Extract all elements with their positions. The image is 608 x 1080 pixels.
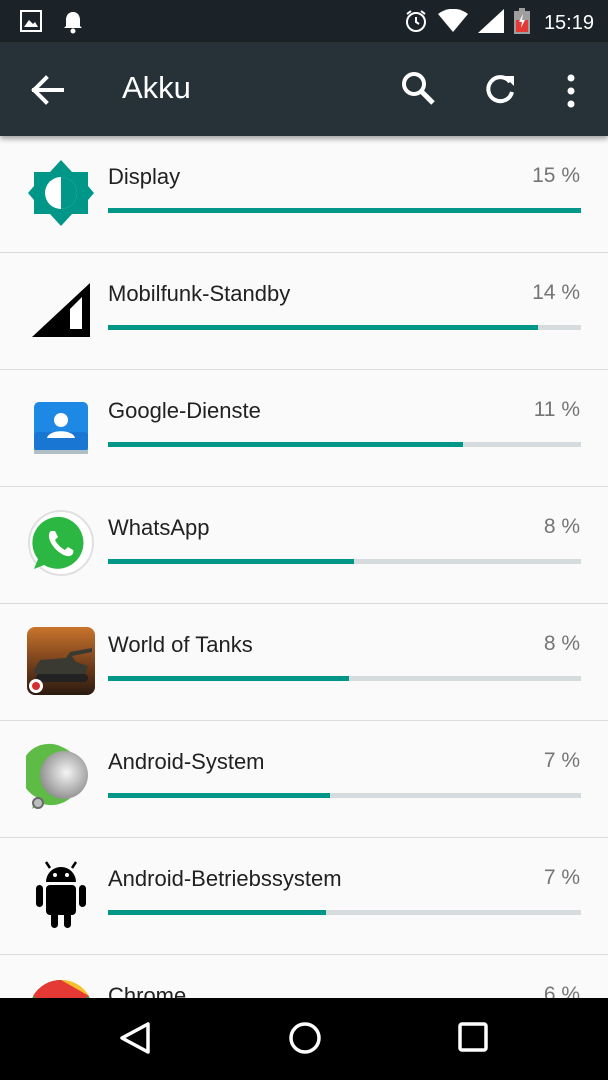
back-arrow-icon[interactable] (28, 72, 68, 108)
android-robot-icon (26, 860, 96, 930)
item-name: Google-Dienste (108, 398, 261, 423)
nav-back-icon[interactable] (118, 1020, 154, 1056)
usage-bar-fill (108, 910, 326, 915)
more-options-icon[interactable] (560, 72, 582, 110)
usage-bar (108, 325, 581, 330)
item-percent: 14 % (532, 281, 580, 304)
usage-bar-fill (108, 559, 354, 564)
item-name: WhatsApp (108, 515, 210, 540)
world-of-tanks-icon (26, 626, 96, 696)
list-item[interactable]: World of Tanks 8 % (0, 604, 608, 721)
item-percent: 8 % (543, 632, 580, 655)
nav-home-icon[interactable] (285, 1018, 325, 1058)
battery-usage-list: Display 15 % Mobilfunk-Standby 14 % Goog… (0, 136, 608, 998)
item-percent: 7 % (543, 749, 580, 772)
nav-recent-apps-icon[interactable] (456, 1020, 490, 1054)
item-name: Mobilfunk-Standby (108, 281, 291, 306)
usage-bar (108, 676, 581, 681)
item-percent: 6 % (543, 983, 580, 998)
usage-bar (108, 442, 581, 447)
usage-bar-fill (108, 676, 350, 681)
list-item[interactable]: Android-System 7 % (0, 721, 608, 838)
alarm-icon (404, 9, 428, 38)
image-notification-icon (20, 10, 42, 39)
wifi-icon (437, 8, 468, 38)
usage-bar-fill (108, 325, 539, 330)
usage-bar (108, 910, 581, 915)
usage-bar (108, 559, 581, 564)
navigation-bar (0, 998, 608, 1080)
chrome-icon (26, 977, 96, 998)
bell-icon (62, 10, 84, 39)
item-percent: 8 % (543, 515, 580, 538)
search-icon[interactable] (400, 70, 438, 108)
list-item[interactable]: Display 15 % (0, 136, 608, 253)
whatsapp-icon (26, 509, 96, 579)
item-name: Chrome (108, 983, 187, 998)
battery-icon (513, 8, 530, 39)
item-percent: 15 % (532, 164, 580, 187)
usage-bar-fill (108, 442, 463, 447)
android-system-icon (20, 743, 96, 813)
list-item[interactable]: Chrome 6 % (0, 955, 608, 998)
item-name: Android-Betriebssystem (108, 866, 342, 891)
google-services-icon (26, 392, 96, 462)
clock-time: 15:19 (543, 12, 594, 34)
list-item[interactable]: Mobilfunk-Standby 14 % (0, 253, 608, 370)
item-name: World of Tanks (108, 632, 253, 657)
display-brightness-icon (26, 158, 96, 228)
usage-bar-fill (108, 793, 331, 798)
page-title: Akku (122, 70, 191, 105)
item-percent: 7 % (543, 866, 580, 889)
app-toolbar: Akku (0, 42, 608, 136)
list-item[interactable]: Google-Dienste 11 % (0, 370, 608, 487)
status-bar: 15:19 (0, 0, 608, 42)
cell-signal-status-icon (477, 9, 504, 38)
usage-bar-fill (108, 208, 581, 213)
refresh-icon[interactable] (480, 70, 520, 110)
list-item[interactable]: WhatsApp 8 % (0, 487, 608, 604)
usage-bar (108, 793, 581, 798)
item-percent: 11 % (533, 398, 580, 421)
item-name: Android-System (108, 749, 265, 774)
list-item[interactable]: Android-Betriebssystem 7 % (0, 838, 608, 955)
cell-signal-icon (26, 275, 96, 345)
usage-bar (108, 208, 581, 213)
item-name: Display (108, 164, 181, 189)
